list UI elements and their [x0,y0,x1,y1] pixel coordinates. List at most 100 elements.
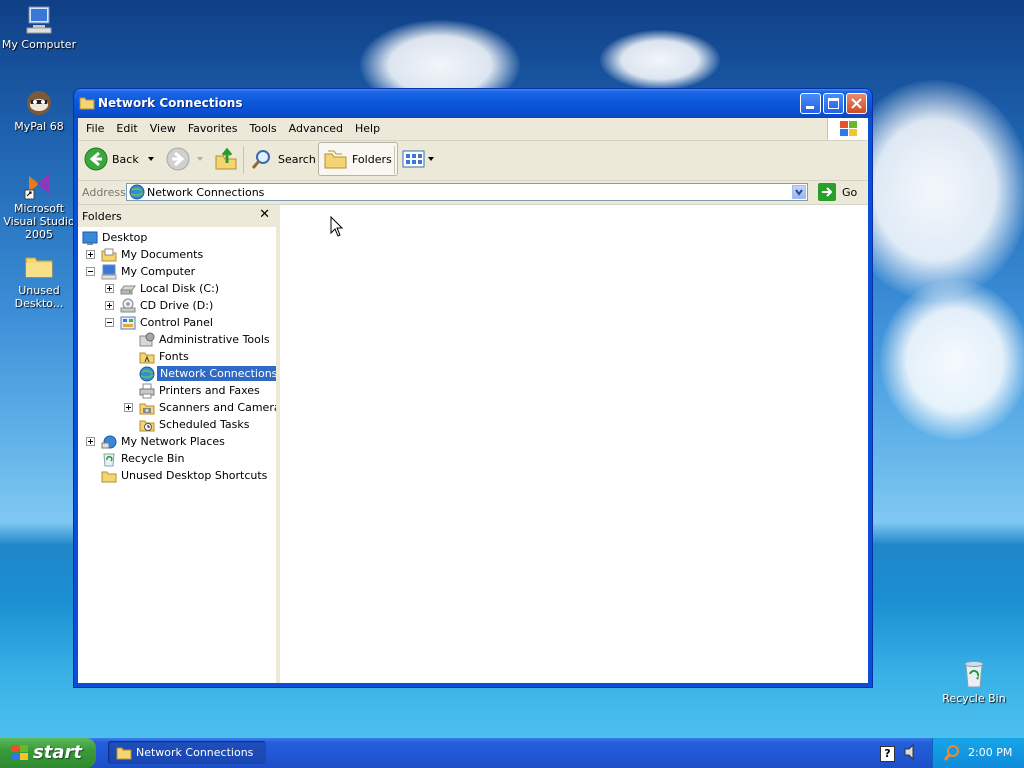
volume-icon[interactable] [903,743,917,761]
scanner-camera-icon [139,403,155,414]
clock[interactable]: 2:00 PM [968,746,1012,759]
go-label: Go [842,185,858,199]
tree-item-recycle-bin[interactable]: Recycle Bin [101,450,184,467]
views-icon [402,150,425,168]
address-dropdown-button[interactable] [792,185,806,199]
maximize-button[interactable] [823,93,844,114]
taskbar-task-network-connections[interactable]: Network Connections [108,741,266,764]
menu-help[interactable]: Help [349,118,386,140]
maximize-icon [828,98,839,109]
collapse-icon[interactable] [86,267,95,276]
minimize-button[interactable] [800,93,821,114]
windows-flag-icon [11,745,28,760]
tree-item-label: Fonts [159,350,189,363]
up-button[interactable] [214,140,238,178]
tree-item-label: My Documents [121,248,204,261]
search-tray-icon[interactable] [943,744,961,762]
forward-button[interactable] [166,140,206,178]
menu-file[interactable]: File [80,118,110,140]
folders-pane-header: Folders ✕ [78,205,276,227]
tree-item-scanners-and-cameras[interactable]: Scanners and Cameras [124,399,286,416]
menu-edit[interactable]: Edit [110,118,143,140]
tree-item-cd-drive[interactable]: CD Drive (D:) [105,297,213,314]
address-input[interactable]: Network Connections [126,183,808,201]
tree-item-label: Administrative Tools [159,333,270,346]
desktop-icon-label: My Computer [1,38,77,51]
address-value: Network Connections [147,186,265,199]
tree-item-my-documents[interactable]: My Documents [86,246,203,263]
folders-pane: Folders ✕ Desktop My Documents My Comput… [78,205,286,683]
explorer-window: Network Connections File Edit View Favorite… [74,89,872,687]
cloud [600,30,720,90]
tree-item-fonts[interactable]: Fonts [139,348,189,365]
menu-advanced[interactable]: Advanced [283,118,349,140]
title-bar[interactable]: Network Connections [74,89,872,118]
desktop-icon-label: Unused Deskto... [14,284,64,310]
my-computer-icon [23,4,55,36]
menu-tools[interactable]: Tools [244,118,283,140]
collapse-icon[interactable] [105,318,114,327]
back-label: Back [112,152,139,166]
task-label: Network Connections [136,746,254,759]
desktop-icon-mypal[interactable]: MyPal 68 [0,86,78,133]
expand-icon[interactable] [105,284,114,293]
desktop-icon-my-computer[interactable]: My Computer [0,4,78,51]
expand-icon[interactable] [124,403,133,412]
views-dropdown-icon[interactable] [426,154,436,164]
desktop-icon-unused-shortcuts[interactable]: Unused Deskto... [0,250,78,310]
folders-icon [324,150,347,169]
desktop-icon [82,231,98,245]
close-button[interactable] [846,93,867,114]
tree-item-unused-desktop-shortcuts[interactable]: Unused Desktop Shortcuts [101,467,267,484]
mouse-cursor-icon [330,216,344,237]
tree-item-label: My Network Places [121,435,225,448]
expand-icon[interactable] [86,250,95,259]
windows-logo-icon [827,118,868,140]
address-label: Address [82,186,126,199]
tree-item-my-network-places[interactable]: My Network Places [86,433,225,450]
desktop-icon-recycle-bin[interactable]: Recycle Bin [935,658,1013,705]
network-connections-icon [129,184,145,200]
window-body: File Edit View Favorites Tools Advanced Help B… [78,118,868,683]
printer-icon [139,383,155,398]
views-button[interactable] [402,140,436,178]
back-dropdown-icon[interactable] [143,154,159,164]
start-button[interactable]: start [0,738,96,768]
tree-item-my-computer[interactable]: My Computer [86,263,195,280]
forward-arrow-icon [166,147,190,171]
menu-favorites[interactable]: Favorites [182,118,244,140]
tree-item-scheduled-tasks[interactable]: Scheduled Tasks [139,416,250,433]
folders-button[interactable]: Folders [318,142,398,176]
tree-item-network-connections[interactable]: Network Connections [139,365,281,382]
expand-icon[interactable] [86,437,95,446]
fonts-folder-icon [139,352,155,363]
chevron-down-icon [795,189,803,196]
tree-item-local-disk[interactable]: Local Disk (C:) [105,280,219,297]
desktop-icon-visual-studio[interactable]: Microsoft Visual Studio 2005 [0,168,78,241]
search-icon [251,150,270,169]
forward-dropdown-icon[interactable] [194,154,206,164]
recycle-bin-icon [103,453,115,466]
folders-pane-close-icon[interactable]: ✕ [259,207,270,222]
folder-icon [23,250,55,282]
tree-item-administrative-tools[interactable]: Administrative Tools [139,331,270,348]
tree-item-label: My Computer [121,265,196,278]
network-places-icon [101,435,117,448]
menu-view[interactable]: View [144,118,182,140]
expand-icon[interactable] [105,301,114,310]
tree-item-control-panel[interactable]: Control Panel [105,314,213,331]
recycle-bin-icon [958,658,990,690]
back-button[interactable]: Back [84,140,159,178]
tree-item-desktop[interactable]: Desktop [82,229,147,246]
tree-item-printers-and-faxes[interactable]: Printers and Faxes [139,382,260,399]
control-panel-icon [120,316,136,329]
file-list-pane[interactable] [280,205,868,683]
folder-icon [116,747,132,760]
window-title: Network Connections [98,96,243,110]
go-button[interactable]: Go [818,183,857,201]
network-connections-icon [139,366,155,381]
tree-item-label: Scanners and Cameras [159,401,287,414]
help-tray-icon[interactable]: ? [880,746,895,762]
go-arrow-icon [818,183,836,201]
search-button[interactable]: Search [250,140,316,178]
